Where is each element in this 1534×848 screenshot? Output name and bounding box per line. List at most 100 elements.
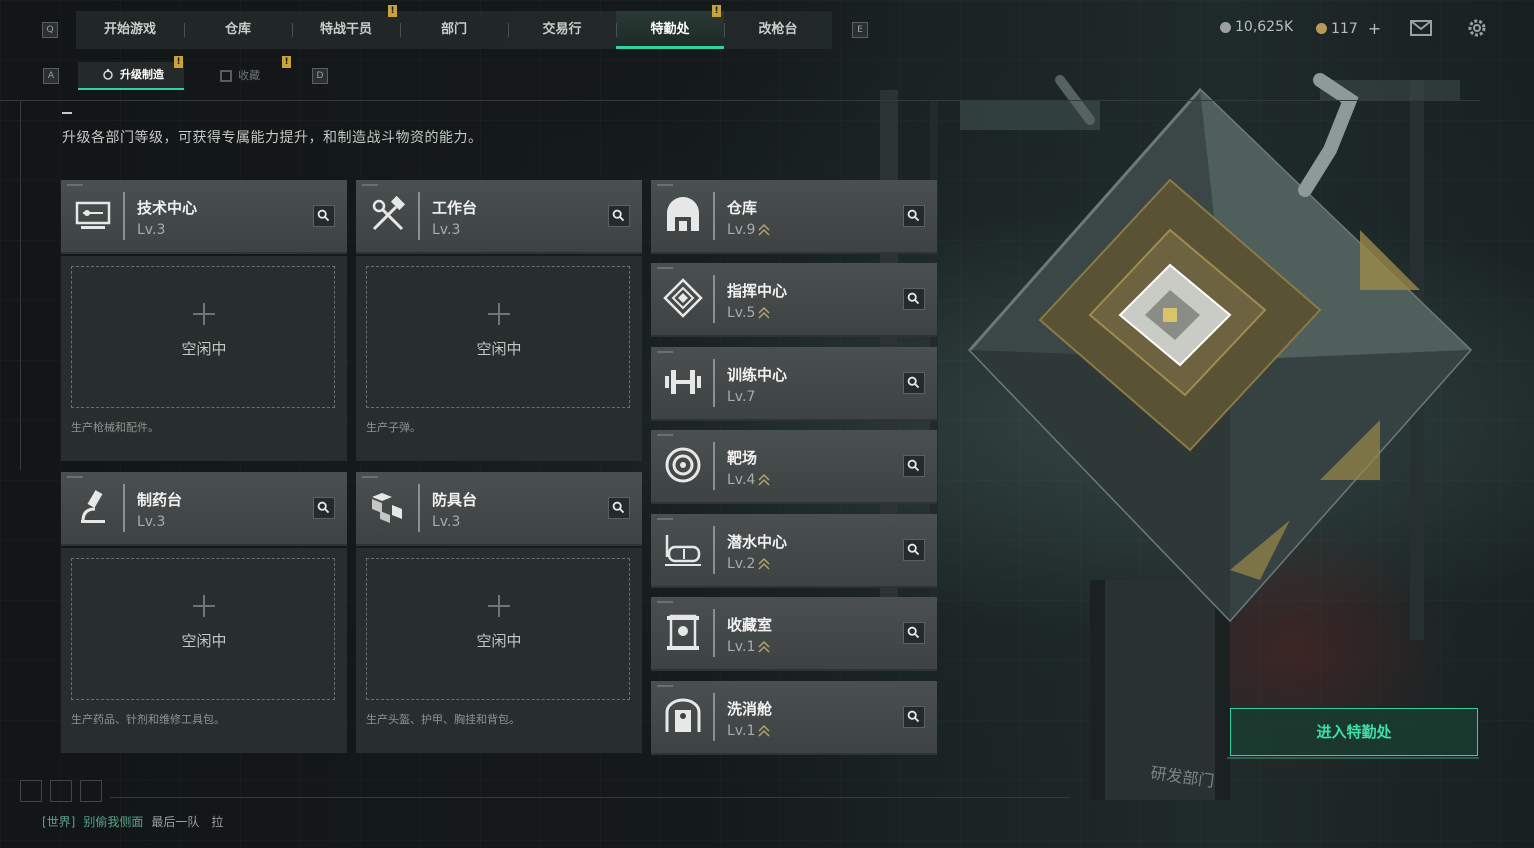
dumbbell-icon: [665, 370, 701, 394]
top-nav: Q 开始游戏 仓库 ! 特战干员 部门 交易行 ! 特勤处 改枪台 E 10,625…: [0, 0, 1534, 56]
alert-badge: !: [174, 56, 183, 68]
tab-special-ops[interactable]: ! 特勤处: [616, 5, 724, 49]
station-card-pharmacy[interactable]: 制药台 Lv.3: [61, 472, 347, 546]
tab-operators[interactable]: ! 特战干员: [292, 5, 400, 49]
inspect-magnifier-icon[interactable]: [903, 372, 925, 394]
inspect-magnifier-icon[interactable]: [903, 288, 925, 310]
tab-market[interactable]: 交易行: [508, 11, 616, 49]
inspect-magnifier-icon[interactable]: [903, 622, 925, 644]
upgrade-arrow-icon: [758, 473, 770, 486]
currency-premium[interactable]: 117 +: [1316, 19, 1381, 38]
chat-line[interactable]: [世界] 别偷我侧面 最后一队 拉: [42, 813, 223, 830]
facility-level: Lv.1: [727, 639, 770, 655]
empty-slot-frame: [71, 558, 335, 700]
inspect-magnifier-icon[interactable]: [608, 497, 630, 519]
tab-label: 特战干员: [319, 22, 372, 37]
facility-card-shooting-range[interactable]: 靶场 Lv.4: [651, 430, 937, 504]
facility-level: Lv.9: [727, 222, 770, 238]
empty-slot-frame: [366, 266, 630, 408]
facility-card-command-center[interactable]: 指挥中心 Lv.5: [651, 263, 937, 337]
settings-gear-icon[interactable]: [1466, 17, 1488, 39]
frame-bottom: [110, 797, 1070, 798]
idle-status: 空闲中: [181, 340, 227, 358]
facility-name: 收藏室: [727, 616, 773, 634]
station-level: Lv.3: [137, 514, 165, 530]
tab-label: 开始游戏: [103, 22, 156, 37]
card-corner-mark: [67, 476, 83, 478]
currency-premium-value: 117: [1331, 20, 1358, 37]
microscope-icon: [81, 490, 105, 523]
alert-badge: !: [712, 5, 721, 17]
idle-status: 空闲中: [476, 340, 522, 358]
chat-sender[interactable]: 别偷我侧面: [83, 813, 143, 830]
subtab-collection[interactable]: 收藏 !: [196, 56, 294, 90]
frame-left: [20, 100, 21, 470]
facility-card-warehouse[interactable]: 仓库 Lv.9: [651, 180, 937, 254]
station-name: 制药台: [137, 491, 183, 509]
facility-card-diving-center[interactable]: 潜水中心 Lv.2: [651, 514, 937, 588]
quick-slot-3[interactable]: [80, 780, 102, 802]
upgrade-arrow-icon: [758, 640, 770, 653]
card-separator: [713, 442, 715, 490]
tab-label: 仓库: [224, 22, 251, 37]
craft-slot-workbench[interactable]: 空闲中 生产子弹。: [356, 256, 642, 461]
station-level-value: Lv.3: [432, 514, 461, 530]
tab-warehouse[interactable]: 仓库: [184, 11, 292, 49]
card-separator: [713, 359, 715, 407]
facility-card-collection-room[interactable]: 收藏室 Lv.1: [651, 597, 937, 671]
inspect-magnifier-icon[interactable]: [903, 205, 925, 227]
tab-gunsmith[interactable]: 改枪台: [724, 11, 832, 49]
card-separator: [713, 275, 715, 323]
craft-slot-armor-bench[interactable]: 空闲中 生产头盔、护甲、胸挂和背包。: [356, 548, 642, 753]
tab-department[interactable]: 部门: [400, 11, 508, 49]
station-description: 生产药品、针剂和维修工具包。: [71, 713, 225, 726]
card-separator: [713, 609, 715, 657]
add-plus-icon: [193, 595, 215, 617]
station-card-armor-bench[interactable]: 防具台 Lv.3: [356, 472, 642, 546]
collection-cabinet-icon: [667, 614, 699, 650]
subtab-upgrade-craft[interactable]: 升级制造 !: [78, 56, 184, 90]
station-card-tech-center[interactable]: 技术中心 Lv.3: [61, 180, 347, 254]
station-level: Lv.3: [137, 222, 165, 238]
alert-badge: !: [388, 5, 397, 17]
card-separator: [123, 192, 125, 240]
facility-card-decon-chamber[interactable]: 洗消舱 Lv.1: [651, 681, 937, 755]
station-name: 技术中心: [137, 199, 198, 217]
inspect-magnifier-icon[interactable]: [313, 497, 335, 519]
inspect-magnifier-icon[interactable]: [903, 455, 925, 477]
quick-slot-1[interactable]: [20, 780, 42, 802]
card-separator: [713, 693, 715, 741]
inspect-magnifier-icon[interactable]: [903, 706, 925, 728]
craft-slot-pharmacy[interactable]: 空闲中 生产药品、针剂和维修工具包。: [61, 548, 347, 753]
tab-start-game[interactable]: 开始游戏: [76, 11, 184, 49]
enter-special-ops-button[interactable]: 进入特勤处: [1227, 708, 1479, 759]
station-level-value: Lv.3: [137, 222, 166, 238]
currency-main: 10,625K: [1220, 19, 1293, 35]
facility-name: 训练中心: [727, 366, 788, 384]
facility-level: Lv.7: [727, 389, 755, 405]
inspect-magnifier-icon[interactable]: [313, 205, 335, 227]
quick-slot-2[interactable]: [50, 780, 72, 802]
craft-slot-tech-center[interactable]: 空闲中 生产枪械和配件。: [61, 256, 347, 461]
mail-icon[interactable]: [1410, 17, 1432, 39]
facility-card-training-center[interactable]: 训练中心 Lv.7: [651, 347, 937, 421]
station-name: 工作台: [432, 199, 478, 217]
upgrade-arrow-icon: [758, 557, 770, 570]
collection-icon: [220, 70, 232, 82]
station-card-workbench[interactable]: 工作台 Lv.3: [356, 180, 642, 254]
card-corner-mark: [657, 685, 673, 687]
facility-level-value: Lv.4: [727, 472, 756, 488]
tab-label: 特勤处: [650, 22, 690, 37]
inspect-magnifier-icon[interactable]: [903, 539, 925, 561]
inspect-magnifier-icon[interactable]: [608, 205, 630, 227]
craft-icon: [103, 69, 113, 80]
facility-name: 洗消舱: [727, 700, 773, 718]
card-corner-mark: [67, 184, 83, 186]
facility-level: Lv.1: [727, 723, 770, 739]
card-corner-mark: [657, 601, 673, 603]
subtab-label: 升级制造: [120, 68, 164, 81]
add-currency-button[interactable]: +: [1368, 19, 1381, 38]
diving-mask-icon: [665, 535, 701, 566]
tab-label: 部门: [440, 22, 467, 37]
intro-underline: [62, 112, 72, 114]
